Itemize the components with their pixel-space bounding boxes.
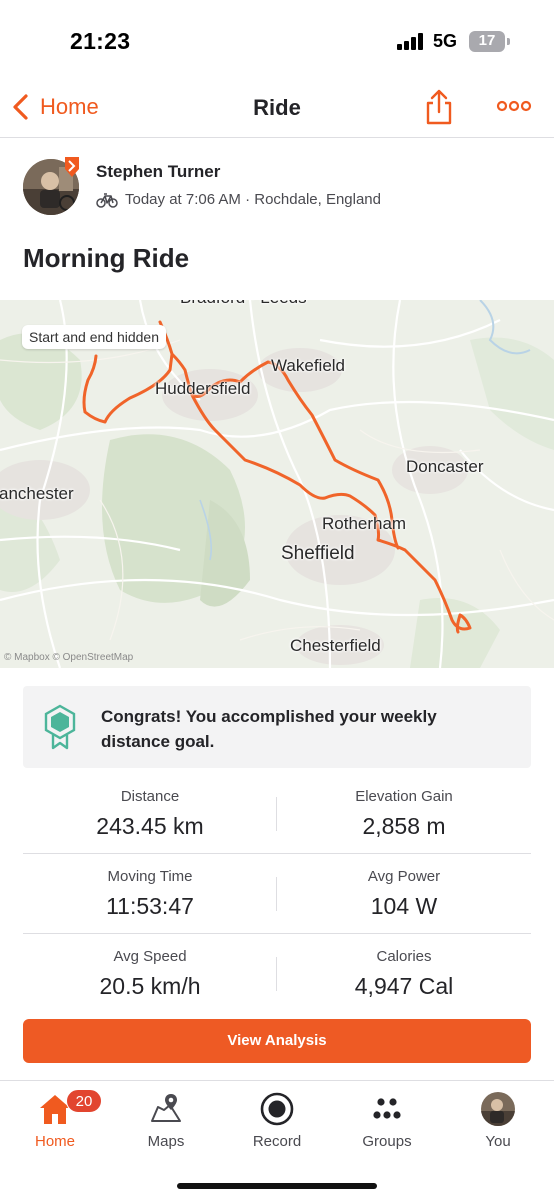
stat-label: Avg Power <box>367 868 441 885</box>
map-label-huddersfield: Huddersfield <box>155 379 251 398</box>
stat-elevation-gain: Elevation Gain 2,858 m <box>277 774 531 854</box>
avatar <box>481 1092 515 1126</box>
stat-value: 20.5 km/h <box>99 973 201 999</box>
tab-label: Record <box>252 1133 302 1150</box>
map-label-bradford: Bradford · Leeds <box>180 300 307 308</box>
stat-label: Calories <box>376 948 432 965</box>
stat-label: Avg Speed <box>113 948 187 965</box>
map-label-wakefield: Wakefield <box>271 356 346 375</box>
tab-label: Home <box>34 1133 75 1150</box>
map-label-rotherham: Rotherham <box>322 514 407 533</box>
tab-record[interactable]: Record <box>222 1081 332 1161</box>
stats-grid: Distance 243.45 km Elevation Gain 2,858 … <box>23 774 531 1014</box>
stats-row: Distance 243.45 km Elevation Gain 2,858 … <box>23 774 531 854</box>
privacy-pill: Start and end hidden <box>22 325 166 349</box>
stats-row: Avg Speed 20.5 km/h Calories 4,947 Cal <box>23 934 531 1014</box>
tab-label: Maps <box>147 1133 185 1150</box>
stat-value: 104 W <box>370 893 438 919</box>
nav-bar: Home Ride <box>0 80 554 138</box>
stat-value: 2,858 m <box>362 813 446 839</box>
record-icon <box>260 1092 294 1126</box>
tab-bar: 20 Home Maps Record Groups You <box>0 1080 554 1200</box>
map-label-chesterfield: Chesterfield <box>290 636 381 655</box>
share-icon[interactable] <box>424 88 454 126</box>
stat-distance: Distance 243.45 km <box>23 774 277 854</box>
goal-badge-icon <box>44 704 76 750</box>
map-label-sheffield: Sheffield <box>281 543 355 564</box>
activity-time-location: Today at 7:06 AM · Rochdale, England <box>125 191 381 208</box>
tab-home[interactable]: 20 Home <box>0 1081 110 1161</box>
tab-label: Groups <box>362 1133 412 1150</box>
view-analysis-button[interactable]: View Analysis <box>23 1019 531 1063</box>
battery-icon: 17 <box>469 31 505 52</box>
map-label-manchester: anchester <box>0 484 74 503</box>
subscriber-badge-icon <box>65 157 79 177</box>
maps-icon <box>151 1094 181 1122</box>
goal-banner[interactable]: Congrats! You accomplished your weekly d… <box>23 686 531 768</box>
activity-title: Morning Ride <box>23 243 190 273</box>
page-title: Ride <box>253 95 301 120</box>
map-label-doncaster: Doncaster <box>406 457 484 476</box>
stat-value: 11:53:47 <box>106 893 194 919</box>
stat-label: Moving Time <box>107 868 193 885</box>
stats-row: Moving Time 11:53:47 Avg Power 104 W <box>23 854 531 934</box>
tab-you[interactable]: You <box>443 1081 553 1161</box>
stat-value: 243.45 km <box>96 813 204 839</box>
status-bar: 21:23 5G 17 <box>0 0 554 80</box>
stat-value: 4,947 Cal <box>354 973 454 999</box>
notification-badge: 20 <box>66 1089 102 1113</box>
stat-avg-speed: Avg Speed 20.5 km/h <box>23 934 277 1014</box>
activity-meta: Today at 7:06 AM · Rochdale, England <box>96 191 381 208</box>
stat-moving-time: Moving Time 11:53:47 <box>23 854 277 934</box>
battery-tip <box>507 38 510 45</box>
battery-level: 17 <box>478 32 496 49</box>
bike-icon <box>96 192 118 208</box>
network-type: 5G <box>433 31 458 51</box>
home-indicator[interactable] <box>177 1183 377 1189</box>
athlete-name[interactable]: Stephen Turner <box>96 162 220 182</box>
athlete-avatar[interactable] <box>23 157 79 217</box>
signal-icon <box>397 32 427 50</box>
tab-maps[interactable]: Maps <box>111 1081 221 1161</box>
groups-icon <box>373 1098 401 1119</box>
goal-message: Congrats! You accomplished your weekly d… <box>101 707 437 751</box>
stat-label: Elevation Gain <box>355 788 453 805</box>
tab-groups[interactable]: Groups <box>332 1081 442 1161</box>
status-time: 21:23 <box>70 28 131 54</box>
stat-avg-power: Avg Power 104 W <box>277 854 531 934</box>
map-attribution[interactable]: © Mapbox © OpenStreetMap <box>4 652 133 663</box>
more-options-icon[interactable] <box>496 96 532 116</box>
stat-calories: Calories 4,947 Cal <box>277 934 531 1014</box>
tab-label: You <box>485 1133 511 1150</box>
stat-label: Distance <box>120 788 180 805</box>
route-map[interactable]: Bradford · Leeds Wakefield Huddersfield … <box>0 300 554 668</box>
